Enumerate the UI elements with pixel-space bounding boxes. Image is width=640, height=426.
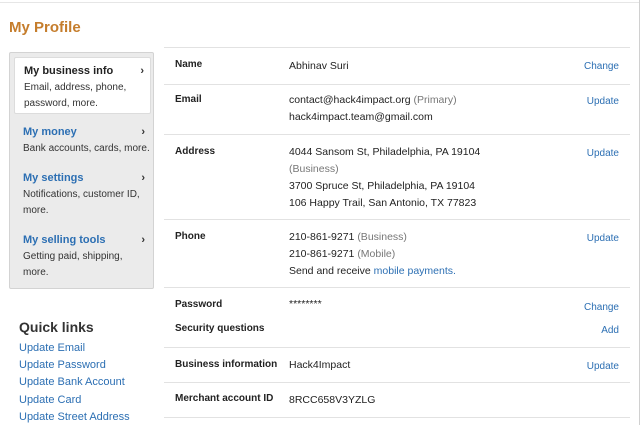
business-info-value: Hack4Impact [289,359,351,371]
row-divider [164,47,630,48]
sidebar-item-business-info[interactable]: My business info › Email, address, phone… [14,57,151,114]
address-business-tag: (Business) [289,163,339,175]
merchant-id-value: 8RCC658V3YZLG [289,394,376,406]
row-divider [164,84,630,85]
quick-link-update-password[interactable]: Update Password [19,357,130,374]
row-divider [164,287,630,288]
row-divider [164,219,630,220]
address-label: Address [175,146,216,157]
phone-tag-mobile: (Mobile) [357,248,396,260]
primary-email: contact@hack4impact.org [289,94,411,106]
quick-link-update-bank-account[interactable]: Update Bank Account [19,374,130,391]
page-title: My Profile [9,19,81,36]
primary-tag: (Primary) [413,94,457,106]
mobile-payments-text: Send and receive [289,265,371,277]
sidebar-item-label: My selling tools [23,234,106,246]
business-info-label: Business information [175,359,278,370]
secondary-email: hack4impact.team@gmail.com [289,111,433,123]
quick-links-title: Quick links [19,319,94,335]
sidebar-item-label: My settings [23,172,84,184]
chevron-right-icon: › [140,65,144,77]
row-divider [164,134,630,135]
add-security-questions-link[interactable]: Add [601,325,619,336]
security-questions-label: Security questions [175,323,265,334]
sidebar-item-selling-tools[interactable]: My selling tools › Getting paid, shippin… [14,227,151,285]
sidebar-item-money[interactable]: My money › Bank accounts, cards, more. [14,119,151,163]
sidebar-item-description: Bank accounts, cards, more. [23,143,150,154]
update-address-link[interactable]: Update [587,148,619,159]
quick-links-list: Update Email Update Password Update Bank… [19,340,130,426]
update-business-info-link[interactable]: Update [587,361,619,372]
row-divider [164,417,630,418]
sidebar-item-description: Email, address, phone, password, more. [24,82,127,109]
address-line-2: 3700 Spruce St, Philadelphia, PA 19104 [289,180,476,192]
sidebar-item-description: Getting paid, shipping, more. [23,251,123,278]
password-label: Password [175,299,223,310]
address-line-1: 4044 Sansom St, Philadelphia, PA 19104 [289,146,481,158]
update-email-link[interactable]: Update [587,96,619,107]
phone-label: Phone [175,231,206,242]
quick-link-update-email[interactable]: Update Email [19,340,130,357]
merchant-id-label: Merchant account ID [175,393,274,404]
phone-number-mobile: 210-861-9271 [289,248,355,260]
row-divider [164,382,630,383]
sidebar-item-description: Notifications, customer ID, more. [23,189,140,216]
quick-link-update-card[interactable]: Update Card [19,392,130,409]
phone-tag-business: (Business) [357,231,407,243]
address-line-3: 106 Happy Trail, San Antonio, TX 77823 [289,197,477,209]
change-password-link[interactable]: Change [584,302,619,313]
name-label: Name [175,59,203,70]
profile-sidebar: My business info › Email, address, phone… [9,52,154,289]
chevron-right-icon: › [141,126,145,138]
phone-values: 210-861-9271 (Business) 210-861-9271 (Mo… [289,229,456,280]
mobile-payments-link[interactable]: mobile payments. [374,265,456,277]
address-values: 4044 Sansom St, Philadelphia, PA 19104 (… [289,144,480,212]
password-value: ******** [289,298,322,310]
chevron-right-icon: › [141,234,145,246]
phone-number-business: 210-861-9271 [289,231,355,243]
top-divider [0,2,640,3]
sidebar-item-settings[interactable]: My settings › Notifications, customer ID… [14,165,151,225]
email-label: Email [175,94,202,105]
update-phone-link[interactable]: Update [587,233,619,244]
email-values: contact@hack4impact.org (Primary) hack4i… [289,92,457,126]
quick-link-update-street-address[interactable]: Update Street Address [19,409,130,426]
name-value: Abhinav Suri [289,60,349,72]
sidebar-item-label: My money [23,126,77,138]
change-name-link[interactable]: Change [584,61,619,72]
sidebar-item-label: My business info [24,65,114,77]
chevron-right-icon: › [141,172,145,184]
row-divider [164,347,630,348]
